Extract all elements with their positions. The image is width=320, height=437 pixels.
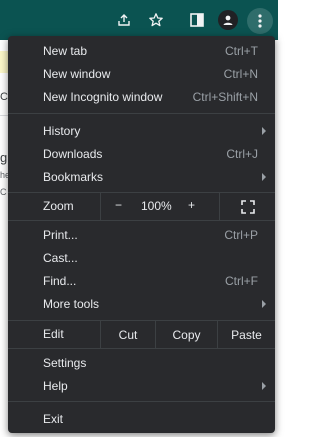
copy-button[interactable]: Copy xyxy=(155,321,217,348)
shortcut-label: Ctrl+F xyxy=(225,274,258,288)
submenu-arrow-icon xyxy=(262,127,266,135)
menu-item-help[interactable]: Help xyxy=(8,375,275,397)
menu-item-history[interactable]: History xyxy=(8,120,275,142)
menu-item-more-tools[interactable]: More tools xyxy=(8,293,275,315)
zoom-label: Zoom xyxy=(43,199,74,213)
zoom-out-button[interactable]: − xyxy=(115,198,122,212)
chrome-main-menu: New tab Ctrl+T New window Ctrl+N New Inc… xyxy=(8,36,275,433)
menu-item-label: Downloads xyxy=(43,147,103,161)
background-text: he xyxy=(0,170,8,180)
menu-item-new-tab[interactable]: New tab Ctrl+T xyxy=(8,40,275,62)
menu-item-label: Settings xyxy=(43,356,87,370)
shortcut-label: Ctrl+P xyxy=(224,228,258,242)
background-text: g xyxy=(0,150,8,165)
menu-separator xyxy=(8,401,275,402)
menu-item-label: Cast... xyxy=(43,251,78,265)
menu-item-print[interactable]: Print... Ctrl+P xyxy=(8,224,275,246)
menu-item-bookmarks[interactable]: Bookmarks xyxy=(8,166,275,188)
menu-item-cast[interactable]: Cast... xyxy=(8,247,275,269)
submenu-arrow-icon xyxy=(262,173,266,181)
menu-item-label: Exit xyxy=(43,412,64,426)
background-text: C xyxy=(0,91,8,103)
submenu-arrow-icon xyxy=(262,382,266,390)
menu-separator xyxy=(8,113,275,114)
shortcut-label: Ctrl+N xyxy=(223,67,258,81)
background-text: C xyxy=(0,187,7,197)
menu-item-exit[interactable]: Exit xyxy=(8,408,275,430)
profile-icon[interactable] xyxy=(217,9,239,31)
paste-button[interactable]: Paste xyxy=(217,321,275,348)
menu-item-label: New tab xyxy=(43,44,88,58)
background-divider xyxy=(0,115,8,116)
menu-separator xyxy=(8,348,275,349)
shortcut-label: Ctrl+Shift+N xyxy=(192,90,258,104)
edit-label: Edit xyxy=(43,327,64,341)
menu-item-label: Help xyxy=(43,379,68,393)
edit-row: Edit Cut Copy Paste xyxy=(8,321,275,348)
shortcut-label: Ctrl+J xyxy=(226,147,258,161)
menu-item-label: New window xyxy=(43,67,111,81)
menu-separator xyxy=(8,220,275,221)
more-options-icon[interactable] xyxy=(247,8,273,34)
fullscreen-icon xyxy=(240,199,255,214)
shortcut-label: Ctrl+T xyxy=(225,44,258,58)
menu-item-new-window[interactable]: New window Ctrl+N xyxy=(8,63,275,85)
menu-item-label: Print... xyxy=(43,228,78,242)
menu-item-label: More tools xyxy=(43,297,100,311)
side-panel-icon[interactable] xyxy=(186,9,208,31)
menu-item-new-incognito-window[interactable]: New Incognito window Ctrl+Shift+N xyxy=(8,86,275,108)
menu-item-find[interactable]: Find... Ctrl+F xyxy=(8,270,275,292)
submenu-arrow-icon xyxy=(262,300,266,308)
menu-item-label: New Incognito window xyxy=(43,90,163,104)
zoom-row: Zoom − 100% + xyxy=(8,193,275,220)
browser-toolbar xyxy=(0,0,278,40)
share-icon[interactable] xyxy=(113,9,135,31)
menu-item-downloads[interactable]: Downloads Ctrl+J xyxy=(8,143,275,165)
menu-item-settings[interactable]: Settings xyxy=(8,352,275,374)
menu-item-label: Find... xyxy=(43,274,77,288)
fullscreen-button[interactable] xyxy=(219,193,275,220)
menu-item-label: History xyxy=(43,124,81,138)
menu-item-label: Bookmarks xyxy=(43,170,104,184)
zoom-in-button[interactable]: + xyxy=(188,198,195,212)
cut-button[interactable]: Cut xyxy=(100,321,155,348)
bookmark-star-icon[interactable] xyxy=(145,9,167,31)
zoom-level: 100% xyxy=(141,199,172,213)
